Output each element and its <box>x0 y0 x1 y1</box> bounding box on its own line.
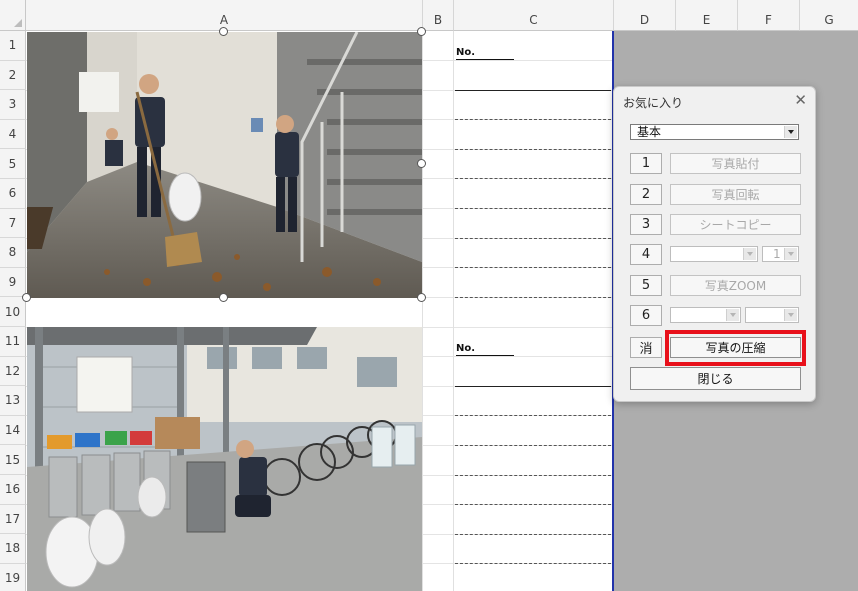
row6-select-2[interactable] <box>745 307 799 323</box>
column-header-d[interactable]: D <box>614 0 676 31</box>
row-header[interactable]: 3 <box>0 90 26 120</box>
row-header[interactable]: 15 <box>0 445 26 475</box>
paste-photo-button[interactable]: 写真貼付 <box>670 153 801 174</box>
no-label-2: No. <box>456 343 476 354</box>
row-header[interactable]: 19 <box>0 563 26 591</box>
row-header[interactable]: 11 <box>0 327 26 357</box>
form-line <box>455 178 611 179</box>
column-a-border <box>422 31 423 591</box>
form-line-solid-2 <box>455 386 611 387</box>
row4-count-select[interactable]: 1 <box>762 246 799 262</box>
row6-select-1[interactable] <box>670 307 741 323</box>
preset-select-value: 基本 <box>637 125 662 139</box>
photo-hallway-cleaning[interactable] <box>27 32 422 298</box>
button-4[interactable]: 4 <box>630 244 662 265</box>
copy-sheet-button[interactable]: シートコピー <box>670 214 801 235</box>
button-5[interactable]: 5 <box>630 275 662 296</box>
row-header[interactable]: 12 <box>0 356 26 387</box>
no-label-1: No. <box>456 47 476 58</box>
dropdown-arrow-icon[interactable] <box>784 309 797 321</box>
select-all-corner[interactable] <box>0 0 26 31</box>
resize-handle[interactable] <box>417 159 426 168</box>
row-header[interactable]: 10 <box>0 297 26 327</box>
row-header[interactable]: 8 <box>0 238 26 268</box>
button-3[interactable]: 3 <box>630 214 662 235</box>
photo-garbage-area[interactable] <box>27 327 422 591</box>
button-1[interactable]: 1 <box>630 153 662 174</box>
resize-handle[interactable] <box>219 293 228 302</box>
rotate-photo-button[interactable]: 写真回転 <box>670 184 801 205</box>
dialog-title: お気に入り <box>623 96 684 110</box>
column-b-border <box>453 31 454 591</box>
row-header[interactable]: 7 <box>0 208 26 239</box>
row-header[interactable]: 13 <box>0 386 26 416</box>
row-header[interactable]: 1 <box>0 31 26 61</box>
column-header-g[interactable]: G <box>800 0 858 31</box>
row-header[interactable]: 16 <box>0 475 26 505</box>
form-line <box>455 475 611 476</box>
form-line <box>455 208 611 209</box>
button-2[interactable]: 2 <box>630 184 662 205</box>
form-line <box>455 504 611 505</box>
row-header[interactable]: 14 <box>0 415 26 446</box>
row-header[interactable]: 4 <box>0 119 26 150</box>
row-header[interactable]: 17 <box>0 504 26 535</box>
resize-handle[interactable] <box>22 293 31 302</box>
preset-select[interactable]: 基本 <box>630 124 799 140</box>
form-line-solid-1 <box>455 90 611 91</box>
row-header[interactable]: 5 <box>0 149 26 179</box>
close-button[interactable]: 閉じる <box>630 367 801 390</box>
button-6[interactable]: 6 <box>630 305 662 326</box>
form-line <box>455 267 611 268</box>
column-header-f[interactable]: F <box>738 0 800 31</box>
clear-button[interactable]: 消 <box>630 337 662 358</box>
dropdown-arrow-icon[interactable] <box>726 309 739 321</box>
column-header-c[interactable]: C <box>454 0 614 31</box>
row-header[interactable]: 9 <box>0 267 26 298</box>
close-icon[interactable]: ✕ <box>794 91 807 109</box>
form-line <box>455 415 611 416</box>
resize-handle[interactable] <box>417 293 426 302</box>
form-line <box>455 445 611 446</box>
form-line <box>455 563 611 564</box>
no-underline-2 <box>456 355 514 356</box>
dropdown-arrow-icon[interactable] <box>784 126 797 138</box>
form-line <box>455 238 611 239</box>
no-underline-1 <box>456 59 514 60</box>
form-line <box>455 297 611 298</box>
resize-handle[interactable] <box>417 27 426 36</box>
highlight-box <box>665 330 806 366</box>
row-header[interactable]: 2 <box>0 60 26 91</box>
dropdown-arrow-icon[interactable] <box>743 248 756 260</box>
row-header[interactable]: 18 <box>0 534 26 564</box>
column-header-b[interactable]: B <box>423 0 454 31</box>
column-header-e[interactable]: E <box>676 0 738 31</box>
form-line <box>455 119 611 120</box>
photo-zoom-button[interactable]: 写真ZOOM <box>670 275 801 296</box>
row4-select-1[interactable] <box>670 246 758 262</box>
row4-count-value: 1 <box>773 247 781 261</box>
dropdown-arrow-icon[interactable] <box>784 248 797 260</box>
resize-handle[interactable] <box>219 27 228 36</box>
form-line <box>455 534 611 535</box>
form-line <box>455 149 611 150</box>
row-header[interactable]: 6 <box>0 179 26 209</box>
